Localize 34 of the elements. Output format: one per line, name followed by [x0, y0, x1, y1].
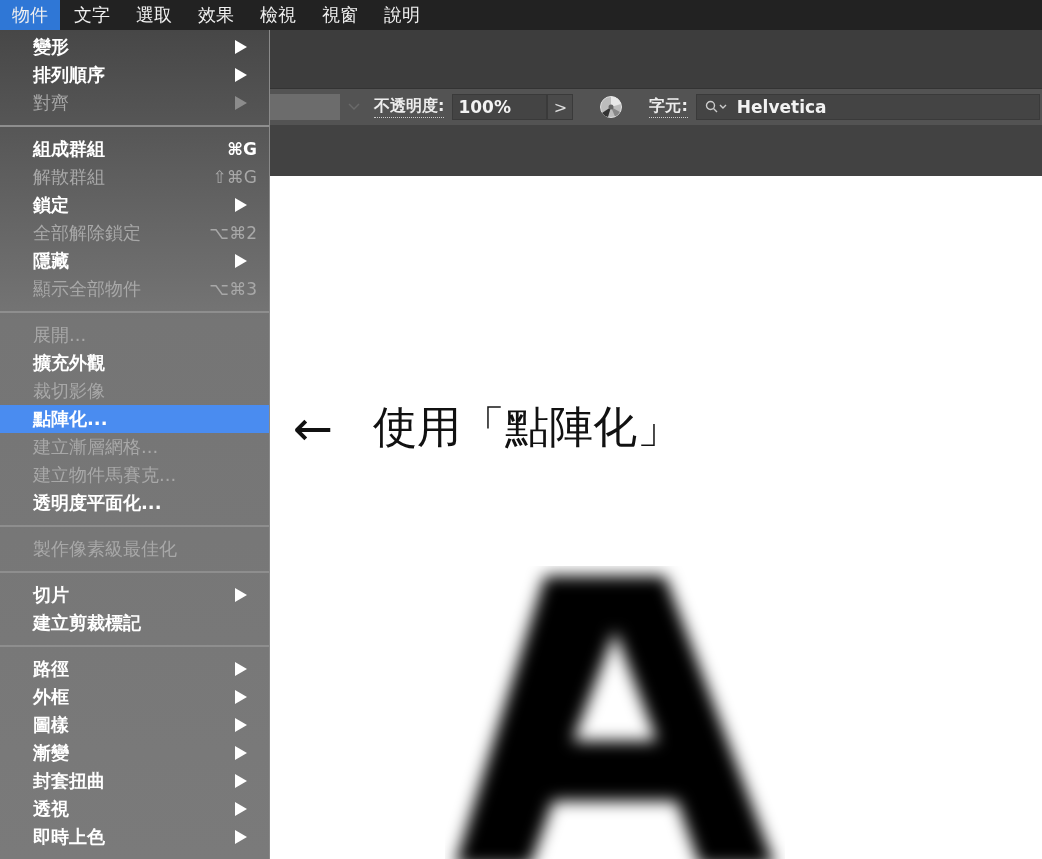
menu-item[interactable]: 建立剪裁標記: [0, 609, 269, 637]
menu-item[interactable]: 組成群組 ⌘G: [0, 135, 269, 163]
menu-bar-item[interactable]: 選取: [124, 0, 184, 30]
opacity-label: 不透明度:: [374, 96, 445, 118]
menu-item[interactable]: 漸變: [0, 739, 269, 767]
menu-item[interactable]: 變形: [0, 33, 269, 61]
menu-bar-item[interactable]: 視窗: [310, 0, 370, 30]
menu-bar-item[interactable]: 檢視: [248, 0, 308, 30]
opacity-popup-button[interactable]: >: [547, 94, 574, 120]
menu-item[interactable]: 隱藏: [0, 247, 269, 275]
menu-item[interactable]: 封套扭曲: [0, 767, 269, 795]
menu-item[interactable]: 圖樣: [0, 711, 269, 739]
menu-item[interactable]: 即時上色: [0, 823, 269, 851]
menu-bar-item[interactable]: 說明: [372, 0, 432, 30]
menu-item[interactable]: 透視: [0, 795, 269, 823]
menu-bar-item[interactable]: 文字: [62, 0, 122, 30]
menu-item[interactable]: 擴充外觀: [0, 349, 269, 377]
menu-item[interactable]: 點陣化...: [0, 405, 269, 433]
menu-item[interactable]: 排列順序: [0, 61, 269, 89]
menu-item[interactable]: 透明度平面化...: [0, 489, 269, 517]
menu-item[interactable]: 路徑: [0, 655, 269, 683]
search-icon: [704, 100, 729, 114]
menu-bar-item[interactable]: 物件: [0, 0, 60, 30]
character-label: 字元:: [649, 96, 688, 118]
opacity-field[interactable]: 100%: [452, 94, 548, 120]
font-name: Helvetica: [736, 97, 827, 117]
annotation-text: 使用「點陣化」: [373, 400, 682, 454]
menu-bar-item[interactable]: 效果: [186, 0, 246, 30]
menu-item[interactable]: 切片: [0, 581, 269, 609]
font-field[interactable]: Helvetica: [695, 94, 1040, 120]
menu-item[interactable]: 外框: [0, 683, 269, 711]
annotation-arrow: ←: [293, 403, 334, 452]
recolor-wheel-icon[interactable]: [599, 95, 624, 119]
menu-item[interactable]: 鎖定: [0, 191, 269, 219]
